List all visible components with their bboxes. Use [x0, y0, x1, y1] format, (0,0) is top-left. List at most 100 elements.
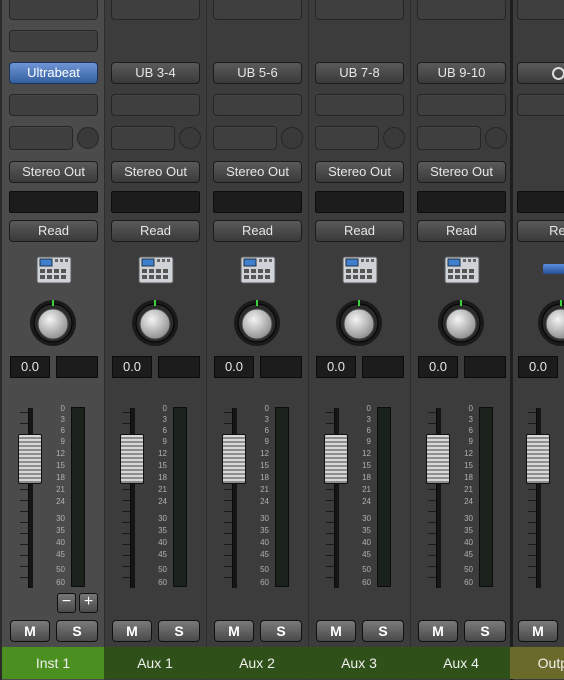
- solo-button[interactable]: S: [260, 620, 302, 642]
- automation-mode-button[interactable]: Read: [213, 220, 302, 242]
- send-slot[interactable]: [417, 126, 481, 150]
- channel-name-label[interactable]: Outp: [510, 647, 564, 679]
- insert-slot[interactable]: [9, 30, 98, 52]
- drum-machine-icon: [444, 256, 480, 284]
- output-button[interactable]: Stereo Out: [417, 161, 506, 183]
- group-slot[interactable]: [9, 191, 98, 213]
- meter-scale-label: 45: [464, 550, 473, 559]
- channel-name-label[interactable]: Aux 3: [308, 647, 410, 679]
- volume-fader[interactable]: [120, 434, 144, 484]
- channel-name-label[interactable]: Aux 1: [104, 647, 206, 679]
- group-slot[interactable]: [417, 191, 506, 213]
- insert-slot[interactable]: [111, 0, 200, 20]
- group-slot[interactable]: [111, 191, 200, 213]
- meter-scale-label: 40: [56, 538, 65, 547]
- solo-button[interactable]: S: [158, 620, 200, 642]
- audio-fx-slot[interactable]: [9, 94, 98, 116]
- audio-fx-slot[interactable]: [417, 94, 506, 116]
- volume-fader[interactable]: [526, 434, 550, 484]
- output-button[interactable]: Stereo Out: [315, 161, 404, 183]
- fader-tick: [20, 412, 28, 413]
- fader-tick: [20, 511, 28, 512]
- send-slot[interactable]: [213, 126, 277, 150]
- meter-scale-label: 21: [56, 485, 65, 494]
- insert-slot[interactable]: [417, 0, 506, 20]
- group-slot[interactable]: [213, 191, 302, 213]
- mute-button[interactable]: M: [10, 620, 50, 642]
- input-button[interactable]: Ultrabeat: [9, 62, 98, 84]
- solo-button[interactable]: S: [56, 620, 98, 642]
- group-slot[interactable]: [315, 191, 404, 213]
- fader-tick: [428, 566, 436, 567]
- send-slot[interactable]: [111, 126, 175, 150]
- pan-knob[interactable]: [536, 298, 564, 348]
- solo-button[interactable]: S: [362, 620, 404, 642]
- pan-knob[interactable]: [232, 298, 282, 348]
- fader-tick: [20, 566, 28, 567]
- input-button[interactable]: UB 5-6: [213, 62, 302, 84]
- insert-slot[interactable]: [315, 0, 404, 20]
- fader-tick: [428, 423, 436, 424]
- fader-tick: [122, 412, 130, 413]
- group-slot[interactable]: [517, 191, 564, 213]
- volume-fader[interactable]: [18, 434, 42, 484]
- send-slot[interactable]: [315, 126, 379, 150]
- send-level-knob[interactable]: [383, 127, 405, 149]
- meter-scale-label: 35: [158, 526, 167, 535]
- remove-channel-button[interactable]: −: [57, 593, 76, 613]
- meter-scale-label: 30: [260, 514, 269, 523]
- volume-fader[interactable]: [324, 434, 348, 484]
- automation-mode-button[interactable]: Read: [315, 220, 404, 242]
- meter-scale-label: 24: [464, 497, 473, 506]
- add-channel-button[interactable]: +: [79, 593, 98, 613]
- audio-fx-slot[interactable]: [517, 94, 564, 116]
- meter-scale-label: 60: [260, 578, 269, 587]
- channel-name-label[interactable]: Aux 4: [410, 647, 512, 679]
- volume-value-display: 0.0: [10, 356, 50, 378]
- send-level-knob[interactable]: [77, 127, 99, 149]
- send-level-knob[interactable]: [485, 127, 507, 149]
- send-level-knob[interactable]: [281, 127, 303, 149]
- fader-tick: [528, 544, 536, 545]
- fader-tick: [428, 522, 436, 523]
- automation-mode-button[interactable]: Read: [9, 220, 98, 242]
- insert-slot[interactable]: [9, 0, 98, 20]
- pan-knob[interactable]: [334, 298, 384, 348]
- mute-button[interactable]: M: [112, 620, 152, 642]
- send-slot[interactable]: [9, 126, 73, 150]
- peak-display: [56, 356, 98, 378]
- input-button[interactable]: UB 7-8: [315, 62, 404, 84]
- automation-mode-button[interactable]: Rea: [517, 220, 564, 242]
- volume-fader[interactable]: [426, 434, 450, 484]
- meter-scale-label: 12: [362, 449, 371, 458]
- mute-button[interactable]: M: [518, 620, 558, 642]
- mute-button[interactable]: M: [214, 620, 254, 642]
- automation-mode-button[interactable]: Read: [417, 220, 506, 242]
- output-button[interactable]: Stereo Out: [111, 161, 200, 183]
- input-button[interactable]: UB 3-4: [111, 62, 200, 84]
- channel-name-label[interactable]: Aux 2: [206, 647, 308, 679]
- pan-knob[interactable]: [436, 298, 486, 348]
- meter-scale-label: 15: [260, 461, 269, 470]
- pan-knob[interactable]: [130, 298, 180, 348]
- solo-button[interactable]: S: [464, 620, 506, 642]
- audio-fx-slot[interactable]: [315, 94, 404, 116]
- insert-slot[interactable]: [517, 0, 564, 20]
- mute-button[interactable]: M: [418, 620, 458, 642]
- insert-slot[interactable]: [213, 0, 302, 20]
- fader-tick: [428, 577, 436, 578]
- pan-knob[interactable]: [28, 298, 78, 348]
- automation-mode-button[interactable]: Read: [111, 220, 200, 242]
- output-button[interactable]: Stereo Out: [213, 161, 302, 183]
- meter-scale-label: 21: [362, 485, 371, 494]
- audio-fx-slot[interactable]: [213, 94, 302, 116]
- channel-name-label[interactable]: Inst 1: [2, 647, 104, 679]
- audio-fx-slot[interactable]: [111, 94, 200, 116]
- input-button[interactable]: UB 9-10: [417, 62, 506, 84]
- meter-scale-label: 6: [468, 426, 473, 435]
- mute-button[interactable]: M: [316, 620, 356, 642]
- output-button[interactable]: Stereo Out: [9, 161, 98, 183]
- send-level-knob[interactable]: [179, 127, 201, 149]
- volume-fader[interactable]: [222, 434, 246, 484]
- meter-scale-label: 30: [158, 514, 167, 523]
